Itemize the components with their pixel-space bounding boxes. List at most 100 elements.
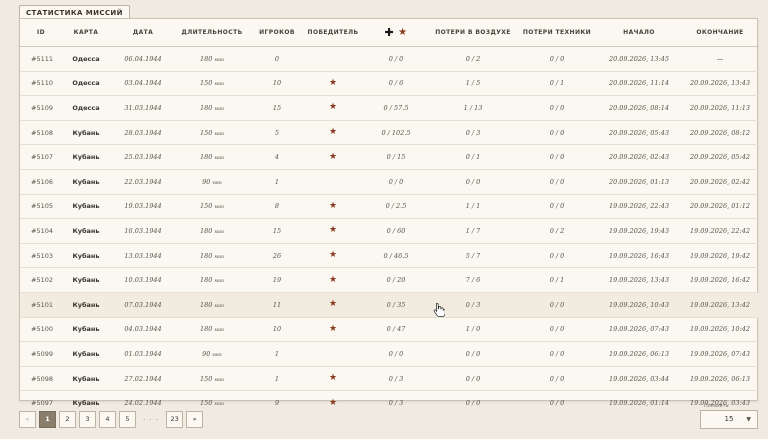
col-end[interactable]: ОКОНЧАНИЕ [681, 19, 759, 47]
cell-end: 19.09.2026, 07:43 [681, 341, 759, 367]
star-icon: ★ [398, 26, 408, 38]
page-5-button[interactable]: 5 [119, 411, 136, 428]
table-row[interactable]: #5104 Кубань 16.03.1944 180 мин 15 ★ 0 / 60 1 / … [20, 218, 759, 244]
duration-unit: мин [212, 180, 222, 186]
cell-tech-losses: 0 / 1 [517, 267, 597, 293]
cell-duration: 150 мин [173, 366, 251, 392]
cell-air-losses: 1 / 0 [429, 317, 517, 343]
cell-date: 22.03.1944 [113, 169, 173, 195]
cell-map: Одесса [59, 95, 113, 121]
duration-unit: мин [214, 377, 224, 383]
col-map[interactable]: КАРТА [59, 19, 113, 47]
col-players[interactable]: ИГРОКОВ [251, 19, 303, 47]
duration-unit: мин [214, 328, 224, 334]
cell-winner: ★ [303, 292, 363, 318]
cell-players: 10 [251, 317, 303, 343]
cell-winner: ★ [303, 71, 363, 97]
cell-tech-losses: 0 / 0 [517, 95, 597, 121]
duration-value: 180 [200, 300, 213, 309]
table-row[interactable]: #5107 Кубань 25.03.1944 180 мин 4 ★ 0 / 15 0 / 1… [20, 144, 759, 170]
col-id[interactable]: ID [20, 19, 59, 47]
table-row[interactable]: #5105 Кубань 19.03.1944 150 мин 8 ★ 0 / 2.5 1 / … [20, 194, 759, 220]
cell-start: 19.09.2026, 13:43 [597, 267, 681, 293]
col-winner[interactable]: ПОБЕДИТЕЛЬ [303, 19, 363, 47]
cell-duration: 180 мин [173, 267, 251, 293]
table-row[interactable]: #5108 Кубань 28.03.1944 150 мин 5 ★ 0 / 102.5 0 … [20, 120, 759, 146]
cell-id: #5099 [20, 341, 59, 367]
cell-id: #5111 [20, 46, 59, 72]
table-row[interactable]: #5099 Кубань 01.03.1944 90 мин 1 0 / 00 / 00 /… [20, 341, 759, 367]
winner-star-icon: ★ [328, 127, 338, 138]
cell-air-losses: 0 / 0 [429, 341, 517, 367]
next-page-button[interactable]: » [186, 411, 204, 428]
table-row[interactable]: #5111 Одесса 06.04.1944 180 мин 0 0 / 00 / 20 … [20, 46, 759, 72]
cell-air-losses: 1 / 5 [429, 71, 517, 97]
cell-duration: 150 мин [173, 71, 251, 97]
cell-score: 0 / 57.5 [363, 95, 429, 121]
duration-value: 150 [200, 374, 213, 383]
duration-unit: мин [214, 57, 224, 63]
duration-value: 150 [200, 79, 213, 88]
cell-score: 0 / 20 [363, 267, 429, 293]
page-last-button[interactable]: 23 [166, 411, 184, 428]
page-size-value: 15 [724, 415, 734, 423]
page-size-label: Показать [704, 403, 729, 409]
table-row[interactable]: #5098 Кубань 27.02.1944 150 мин 1 ★ 0 / 30 / 00… [20, 366, 759, 392]
cell-air-losses: 0 / 3 [429, 120, 517, 146]
cell-tech-losses: 0 / 0 [517, 292, 597, 318]
cell-date: 04.03.1944 [113, 317, 173, 343]
col-duration[interactable]: ДЛИТЕЛЬНОСТЬ [173, 19, 251, 47]
duration-unit: мин [214, 82, 224, 88]
winner-star-icon: ★ [328, 299, 338, 310]
page-4-button[interactable]: 4 [99, 411, 116, 428]
prev-page-button[interactable]: « [19, 411, 36, 428]
col-tech-losses[interactable]: ПОТЕРИ ТЕХНИКИ [517, 19, 597, 47]
col-air-losses[interactable]: ПОТЕРИ В ВОЗДУХЕ [429, 19, 517, 47]
table-row[interactable]: #5103 Кубань 13.03.1944 180 мин 26 ★ 0 / 46.5 5 … [20, 243, 759, 269]
cell-id: #5103 [20, 243, 59, 269]
cell-start: 19.09.2026, 01:14 [608, 399, 670, 408]
table-row[interactable]: #5102 Кубань 10.03.1944 180 мин 19 ★ 0 / 20 7 / … [20, 267, 759, 293]
table-row[interactable]: #5106 Кубань 22.03.1944 90 мин 1 0 / 00 / 00 /… [20, 169, 759, 195]
cell-start: 19.09.2026, 03:44 [597, 366, 681, 392]
cell-end: 20.09.2026, 01:12 [681, 194, 759, 220]
col-date[interactable]: ДАТА [113, 19, 173, 47]
cell-score: 0 / 102.5 [363, 120, 429, 146]
cell-duration: 150 мин [173, 194, 251, 220]
cell-air-losses: 5 / 7 [429, 243, 517, 269]
cell-players: 15 [251, 218, 303, 244]
cell-map: Кубань [59, 267, 113, 293]
table-row[interactable]: #5101 Кубань 07.03.1944 180 мин 11 ★ 0 / 35 0 / … [20, 292, 759, 318]
page-3-button[interactable]: 3 [79, 411, 96, 428]
table-row[interactable]: #5100 Кубань 04.03.1944 180 мин 10 ★ 0 / 47 1 / … [20, 317, 759, 343]
winner-star-icon: ★ [328, 225, 338, 236]
duration-value: 180 [200, 251, 213, 260]
cell-duration: 180 мин [173, 317, 251, 343]
cell-end: 20.09.2026, 05:42 [681, 144, 759, 170]
table-row[interactable]: #5109 Одесса 31.03.1944 180 мин 15 ★ 0 / 57.5 1 … [20, 95, 759, 121]
table-row[interactable]: #5110 Одесса 03.04.1944 150 мин 10 ★ 0 / 61 / 5… [20, 71, 759, 97]
cell-score: 0 / 3 [363, 366, 429, 392]
cell-tech-losses: 0 / 0 [517, 366, 597, 392]
cell-air-losses: 0 / 0 [429, 366, 517, 392]
cell-players: 8 [251, 194, 303, 220]
cell-start: 19.09.2026, 10:43 [597, 292, 681, 318]
duration-unit: мин [214, 303, 224, 309]
cell-winner: ★ [303, 95, 363, 121]
col-start[interactable]: НАЧАЛО [597, 19, 681, 47]
cell-map: Кубань [59, 317, 113, 343]
cell-tech-losses: 0 / 0 [517, 144, 597, 170]
cell-map: Кубань [59, 366, 113, 392]
page-2-button[interactable]: 2 [59, 411, 76, 428]
cell-end: 19.09.2026, 22:42 [681, 218, 759, 244]
col-score[interactable]: ✚ ★ [363, 19, 429, 47]
cell-winner: ★ [303, 194, 363, 220]
duration-unit: мин [214, 229, 224, 235]
page-size-select[interactable]: 15 ▼ [700, 410, 758, 429]
cell-score: 0 / 15 [363, 144, 429, 170]
cell-tech-losses: 0 / 0 [517, 317, 597, 343]
tab-mission-stats[interactable]: СТАТИСТИКА МИССИЙ [19, 5, 130, 19]
page-1-button[interactable]: 1 [39, 411, 56, 428]
cell-end: 19.09.2026, 16:42 [681, 267, 759, 293]
duration-unit: мин [214, 156, 224, 162]
